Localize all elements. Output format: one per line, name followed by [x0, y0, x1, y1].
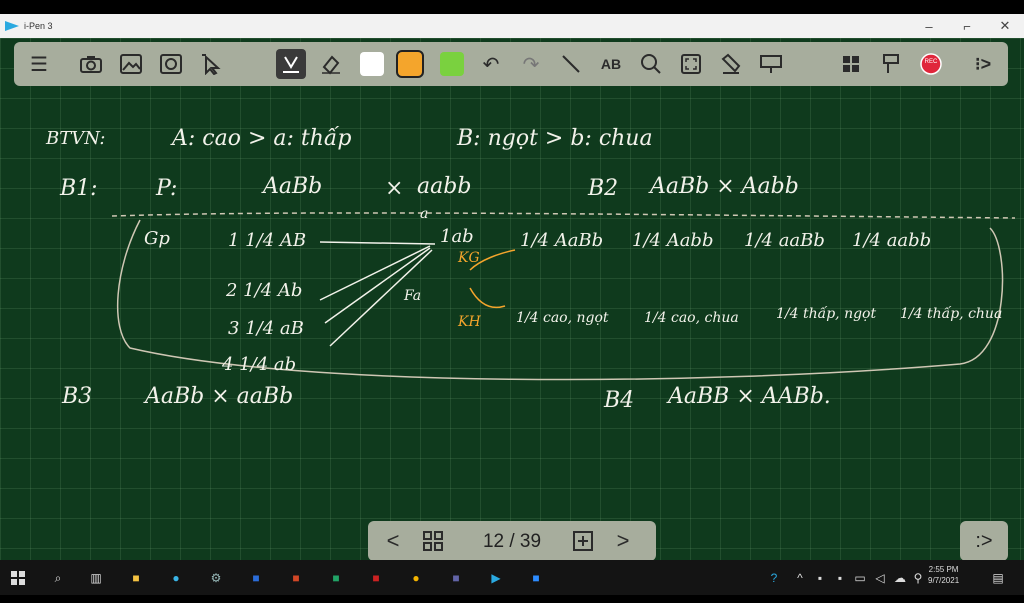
gamete-right: 1ab: [440, 226, 474, 247]
task-view-icon[interactable]: ▥: [86, 568, 106, 588]
fa-label: Fa: [404, 288, 422, 304]
tray-pen-icon[interactable]: ▪: [830, 568, 850, 588]
genotype-4: 1/4 aabb: [852, 230, 932, 251]
next-page-button[interactable]: >: [608, 526, 638, 556]
network-icon[interactable]: ⚲: [908, 568, 928, 588]
volume-icon[interactable]: ◁: [870, 568, 890, 588]
page-number: 12 / 39: [482, 531, 542, 552]
allele-a-text: A: cao > a: thấp: [172, 126, 352, 151]
window-title: i-Pen 3: [24, 21, 53, 31]
phenotype-1: 1/4 cao, ngọt: [516, 310, 609, 326]
gamete-1: 1 1/4 AB: [228, 230, 307, 251]
clock[interactable]: 2:55 PM 9/7/2021: [928, 564, 959, 586]
screen-bottom-bar: [0, 595, 1024, 603]
notification-icon[interactable]: ▤: [988, 568, 1008, 588]
tray-app-icon[interactable]: ▪: [810, 568, 830, 588]
expand-panel-button[interactable]: :>: [960, 521, 1008, 561]
close-button[interactable]: ✕: [986, 14, 1024, 38]
teams-icon[interactable]: ■: [446, 568, 466, 588]
cloud-icon[interactable]: ☁: [890, 568, 910, 588]
restore-button[interactable]: ⌐: [948, 14, 986, 38]
battery-icon[interactable]: ▭: [850, 568, 870, 588]
phenotype-3: 1/4 thấp, ngọt: [776, 306, 877, 322]
screen-top-bar: [0, 0, 1024, 14]
gamete-4: 4 1/4 ab: [222, 354, 297, 375]
page-grid-icon[interactable]: [418, 526, 448, 556]
edge-icon[interactable]: ●: [166, 568, 186, 588]
b3-label: B3: [62, 384, 93, 409]
gamete-2: 2 1/4 Ab: [226, 280, 303, 301]
word-icon[interactable]: ■: [246, 568, 266, 588]
b4-label: B4: [604, 388, 635, 413]
zoom-icon[interactable]: ■: [526, 568, 546, 588]
handwriting-strokes: [111, 212, 1016, 381]
excel-icon[interactable]: ■: [326, 568, 346, 588]
settings-icon[interactable]: ⚙: [206, 568, 226, 588]
clock-time: 2:55 PM: [928, 565, 959, 574]
add-page-icon[interactable]: [568, 526, 598, 556]
chrome-icon[interactable]: ●: [406, 568, 426, 588]
powerpoint-icon[interactable]: ■: [286, 568, 306, 588]
b2-label: B2: [588, 176, 619, 201]
clock-date: 9/7/2021: [928, 576, 960, 585]
allele-b-text: B: ngọt > b: chua: [457, 126, 653, 151]
b4-cross: AaBB × AABb.: [668, 384, 831, 409]
b2-cross: AaBb × Aabb: [650, 174, 799, 199]
phenotype-2: 1/4 cao, chua: [644, 310, 739, 326]
phenotype-4: 1/4 thấp, chua: [900, 306, 1003, 322]
app-logo-icon: [5, 21, 19, 31]
b1-left-parent: AaBb: [263, 174, 323, 199]
title-bar: i-Pen 3 ‒ ⌐ ✕: [0, 14, 1024, 38]
kg-label: KG: [458, 250, 480, 266]
genotype-3: 1/4 aaBb: [744, 230, 825, 251]
page-navigator: < 12 / 39 >: [368, 521, 656, 561]
search-icon[interactable]: ⌕: [48, 568, 68, 588]
genotype-1: 1/4 AaBb: [520, 230, 604, 251]
p-label: P:: [156, 176, 178, 201]
b1-right-parent: aabb: [417, 174, 472, 199]
genotype-2: 1/4 Aabb: [632, 230, 714, 251]
start-icon[interactable]: [8, 568, 28, 588]
b1-cross-sign: ×: [385, 176, 404, 201]
onenote-icon[interactable]: ■: [366, 568, 386, 588]
prev-page-button[interactable]: <: [378, 526, 408, 556]
ipen-icon[interactable]: ▶: [486, 568, 506, 588]
taskbar: ⌕ ▥ ■ ● ⚙ ■ ■ ■ ■ ● ■ ▶ ■ ? ^ ▪ ▪ ▭ ◁ ☁ …: [0, 560, 1024, 595]
b3-cross: AaBb × aaBb: [145, 384, 294, 409]
minimize-button[interactable]: ‒: [910, 14, 948, 38]
help-icon[interactable]: ?: [764, 568, 784, 588]
file-explorer-icon[interactable]: ■: [126, 568, 146, 588]
tray-arrow-icon[interactable]: ^: [790, 568, 810, 588]
gp-label: Gp: [144, 228, 170, 249]
gamete-a-mark: a: [420, 206, 429, 222]
b1-label: B1:: [60, 176, 98, 201]
homework-label: BTVN:: [46, 128, 106, 149]
gamete-3: 3 1/4 aB: [228, 318, 304, 339]
kh-label: KH: [458, 314, 481, 330]
